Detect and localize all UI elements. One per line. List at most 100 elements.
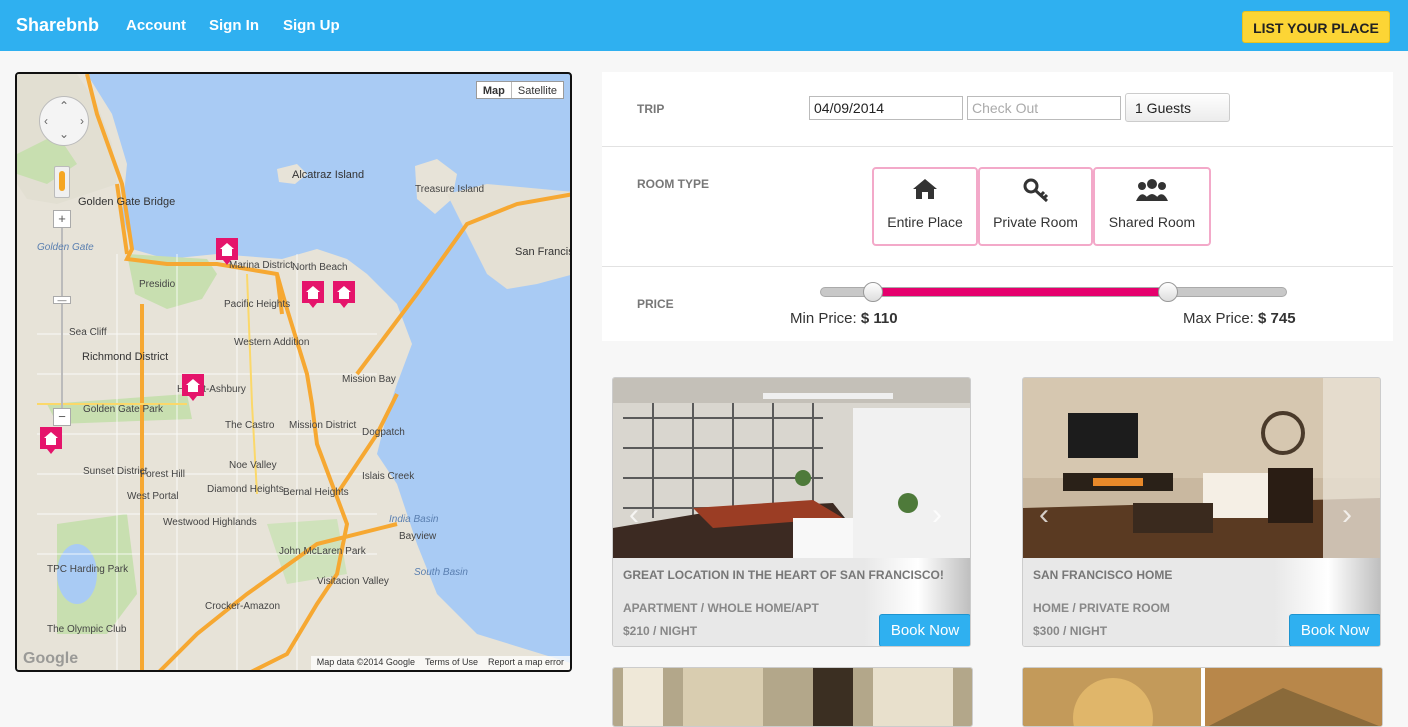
- map-footer: Map data ©2014 Google Terms of Use Repor…: [310, 656, 570, 670]
- report-map-error-link[interactable]: Report a map error: [488, 657, 564, 669]
- listing-photo: [613, 378, 970, 558]
- map-label: Golden Gate Park: [83, 404, 164, 415]
- pan-right-icon[interactable]: ›: [80, 114, 84, 128]
- map-label: Bayview: [399, 531, 437, 542]
- pan-control[interactable]: ⌃ ‹ › ⌄: [39, 96, 89, 146]
- map-label: India Basin: [389, 514, 439, 525]
- guests-select[interactable]: 1 Guests: [1125, 93, 1230, 122]
- carousel-prev-icon[interactable]: ‹: [629, 498, 639, 532]
- listing-card-partial[interactable]: [612, 667, 973, 727]
- room-type-label-text: Private Room: [993, 214, 1078, 230]
- min-price-value: $ 110: [860, 310, 898, 327]
- key-icon: [1023, 178, 1048, 203]
- zoom-in-button[interactable]: +: [53, 210, 71, 228]
- listing-card[interactable]: ‹ › GREAT LOCATION IN THE HEART OF SAN F…: [612, 377, 971, 647]
- map-label: Forest Hill: [140, 469, 186, 480]
- listing-price: $300 / NIGHT: [1033, 624, 1108, 638]
- map-label: Treasure Island: [415, 184, 485, 195]
- book-now-button[interactable]: Book Now: [1289, 614, 1380, 646]
- check-out-input[interactable]: Check Out: [967, 96, 1121, 120]
- map-label: TPC Harding Park: [47, 564, 129, 575]
- terms-of-use-link[interactable]: Terms of Use: [425, 657, 478, 669]
- listing-pin-icon[interactable]: [180, 372, 206, 402]
- room-type-entire-place-button[interactable]: Entire Place: [872, 167, 978, 246]
- max-price-label: Max Price:: [1183, 310, 1254, 327]
- map-label: South Basin: [414, 567, 468, 578]
- listing-card-partial[interactable]: [1022, 667, 1383, 727]
- max-price: Max Price: $ 745: [1183, 310, 1296, 327]
- room-type-private-room-button[interactable]: Private Room: [978, 167, 1093, 246]
- min-price: Min Price: $ 110: [790, 310, 898, 327]
- map-label: Presidio: [139, 279, 176, 290]
- listing-info: GREAT LOCATION IN THE HEART OF SAN FRANC…: [613, 558, 970, 646]
- map-type-toggle[interactable]: Map Satellite: [475, 81, 564, 99]
- map-type-map[interactable]: Map: [477, 82, 512, 98]
- listing-title[interactable]: SAN FRANCISCO HOME: [1033, 568, 1172, 582]
- listing-title[interactable]: GREAT LOCATION IN THE HEART OF SAN FRANC…: [623, 568, 944, 582]
- map-label: Westwood Highlands: [163, 517, 257, 528]
- map-label: San Francisco Bay: [515, 246, 570, 258]
- map-label: The Castro: [225, 420, 275, 431]
- room-type-label-text: Shared Room: [1108, 214, 1196, 230]
- listing-photo: [613, 668, 972, 726]
- map-label: Mission District: [289, 420, 357, 431]
- brand-logo[interactable]: Sharebnb: [16, 15, 99, 36]
- room-type-label-text: Entire Place: [887, 214, 963, 230]
- listing-photo: [1023, 378, 1380, 558]
- map-type-satellite[interactable]: Satellite: [512, 82, 563, 98]
- nav-link-sign-up[interactable]: Sign Up: [283, 17, 340, 34]
- map-label: Bernal Heights: [283, 487, 349, 498]
- map-label: Islais Creek: [362, 471, 415, 482]
- price-slider-min-handle[interactable]: [863, 282, 884, 302]
- carousel-next-icon[interactable]: ›: [1342, 498, 1352, 532]
- listing-pin-icon[interactable]: [331, 279, 357, 309]
- map-label: North Beach: [292, 262, 348, 273]
- map-label: Sea Cliff: [69, 327, 107, 338]
- pan-down-icon[interactable]: ⌄: [59, 127, 69, 141]
- trip-label: TRIP: [637, 102, 665, 116]
- map-label: The Olympic Club: [47, 624, 127, 635]
- pan-left-icon[interactable]: ‹: [44, 114, 48, 128]
- map-label: Dogpatch: [362, 427, 405, 438]
- map-label: Mission Bay: [342, 374, 396, 385]
- map-label: Diamond Heights: [207, 484, 284, 495]
- book-now-button[interactable]: Book Now: [879, 614, 970, 646]
- map-label: Golden Gate: [37, 242, 94, 253]
- nav-link-account[interactable]: Account: [126, 17, 186, 34]
- check-in-input[interactable]: 04/09/2014: [809, 96, 963, 120]
- carousel-prev-icon[interactable]: ‹: [1039, 498, 1049, 532]
- price-slider[interactable]: [820, 282, 1287, 302]
- min-price-label: Min Price:: [790, 310, 857, 327]
- map-label: Alcatraz Island: [292, 169, 365, 181]
- map-attribution: Map data ©2014 Google: [316, 657, 415, 667]
- listing-card[interactable]: ‹ › SAN FRANCISCO HOME HOME / PRIVATE RO…: [1022, 377, 1381, 647]
- zoom-slider-handle[interactable]: —: [53, 296, 71, 305]
- map-label: Pacific Heights: [224, 299, 291, 310]
- group-icon: [1136, 179, 1168, 201]
- listing-type: HOME / PRIVATE ROOM: [1033, 601, 1170, 615]
- home-icon: [913, 179, 937, 199]
- list-your-place-button[interactable]: LIST YOUR PLACE: [1242, 11, 1390, 43]
- map-label: John McLaren Park: [279, 546, 366, 557]
- zoom-out-button[interactable]: −: [53, 408, 71, 426]
- listing-pin-icon[interactable]: [300, 279, 326, 309]
- listing-pin-icon[interactable]: [214, 236, 240, 266]
- room-type-shared-room-button[interactable]: Shared Room: [1093, 167, 1211, 246]
- map-view[interactable]: Map Satellite ⌃ ‹ › ⌄ + — − Golden Gate …: [15, 72, 572, 672]
- price-slider-range: [873, 288, 1169, 296]
- max-price-value: $ 745: [1258, 310, 1296, 327]
- map-label: Golden Gate Bridge: [78, 196, 176, 208]
- pan-up-icon[interactable]: ⌃: [59, 99, 69, 113]
- map-label: Western Addition: [234, 337, 310, 348]
- listing-pin-icon[interactable]: [38, 425, 64, 455]
- street-view-pegman-icon[interactable]: [54, 166, 70, 198]
- room-type-label: ROOM TYPE: [637, 177, 710, 191]
- google-logo: Google: [23, 650, 79, 667]
- listing-photo: [1023, 668, 1382, 726]
- carousel-next-icon[interactable]: ›: [932, 498, 942, 532]
- navbar: Sharebnb Account Sign In Sign Up LIST YO…: [0, 0, 1408, 51]
- map-label: Visitacion Valley: [317, 576, 389, 587]
- nav-link-sign-in[interactable]: Sign In: [209, 17, 259, 34]
- map-label: Crocker-Amazon: [205, 601, 281, 612]
- price-label: PRICE: [637, 297, 674, 311]
